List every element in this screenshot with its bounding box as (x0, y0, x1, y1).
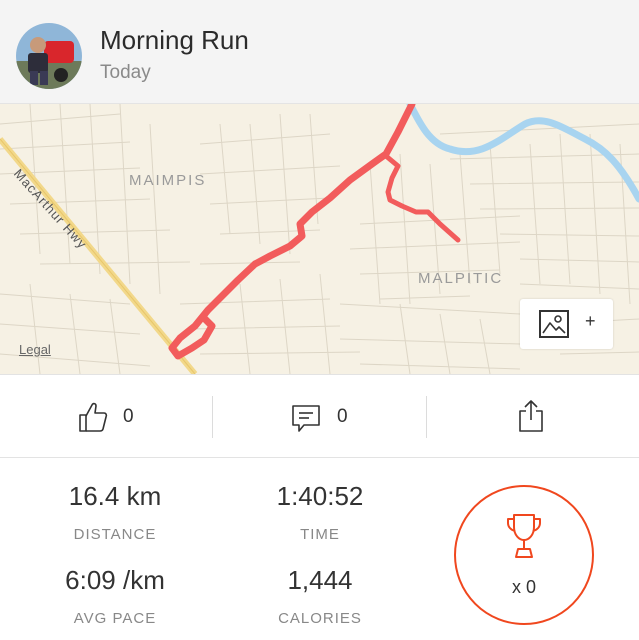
comment-count: 0 (337, 406, 348, 427)
stat-pace: 6:09 /km AVG PACE (15, 565, 215, 627)
distance-label: DISTANCE (73, 526, 157, 543)
map-label-malpitic: MALPITIC (418, 270, 504, 287)
stat-distance: 16.4 km DISTANCE (15, 481, 215, 543)
activity-title[interactable]: Morning Run (100, 25, 249, 56)
comment-icon (292, 405, 320, 432)
avatar[interactable] (16, 23, 82, 89)
achievements-button[interactable]: x 0 (454, 485, 594, 625)
pace-label: AVG PACE (73, 610, 157, 627)
time-value: 1:40:52 (276, 481, 364, 511)
share-icon (519, 400, 543, 432)
divider (212, 396, 213, 438)
action-bar: 0 0 (0, 374, 639, 458)
route-map[interactable]: MAIMPIS MALPITIC MacArthur Hwy Legal + (0, 104, 639, 374)
achievements-count: x 0 (511, 577, 536, 597)
distance-value: 16.4 km (68, 481, 162, 511)
stat-calories: 1,444 CALORIES (220, 565, 420, 627)
thumbs-up-icon (79, 402, 108, 432)
activity-header: Morning Run Today (0, 0, 639, 104)
comment-button[interactable]: 0 (292, 375, 422, 459)
pace-value: 6:09 /km (65, 565, 165, 595)
calories-label: CALORIES (278, 610, 362, 627)
divider (426, 396, 427, 438)
share-button[interactable] (518, 375, 546, 459)
kudos-button[interactable]: 0 (78, 375, 208, 459)
trophy-icon (507, 514, 541, 558)
photo-icon (539, 310, 569, 338)
kudos-count: 0 (123, 406, 134, 427)
add-photo-button[interactable]: + (520, 299, 613, 349)
activity-date: Today (100, 62, 151, 83)
calories-value: 1,444 (287, 565, 353, 595)
time-label: TIME (300, 526, 340, 543)
plus-icon: + (585, 311, 596, 331)
map-legal-link[interactable]: Legal (19, 342, 51, 357)
map-label-maimpis: MAIMPIS (129, 172, 207, 189)
stat-time: 1:40:52 TIME (220, 481, 420, 543)
